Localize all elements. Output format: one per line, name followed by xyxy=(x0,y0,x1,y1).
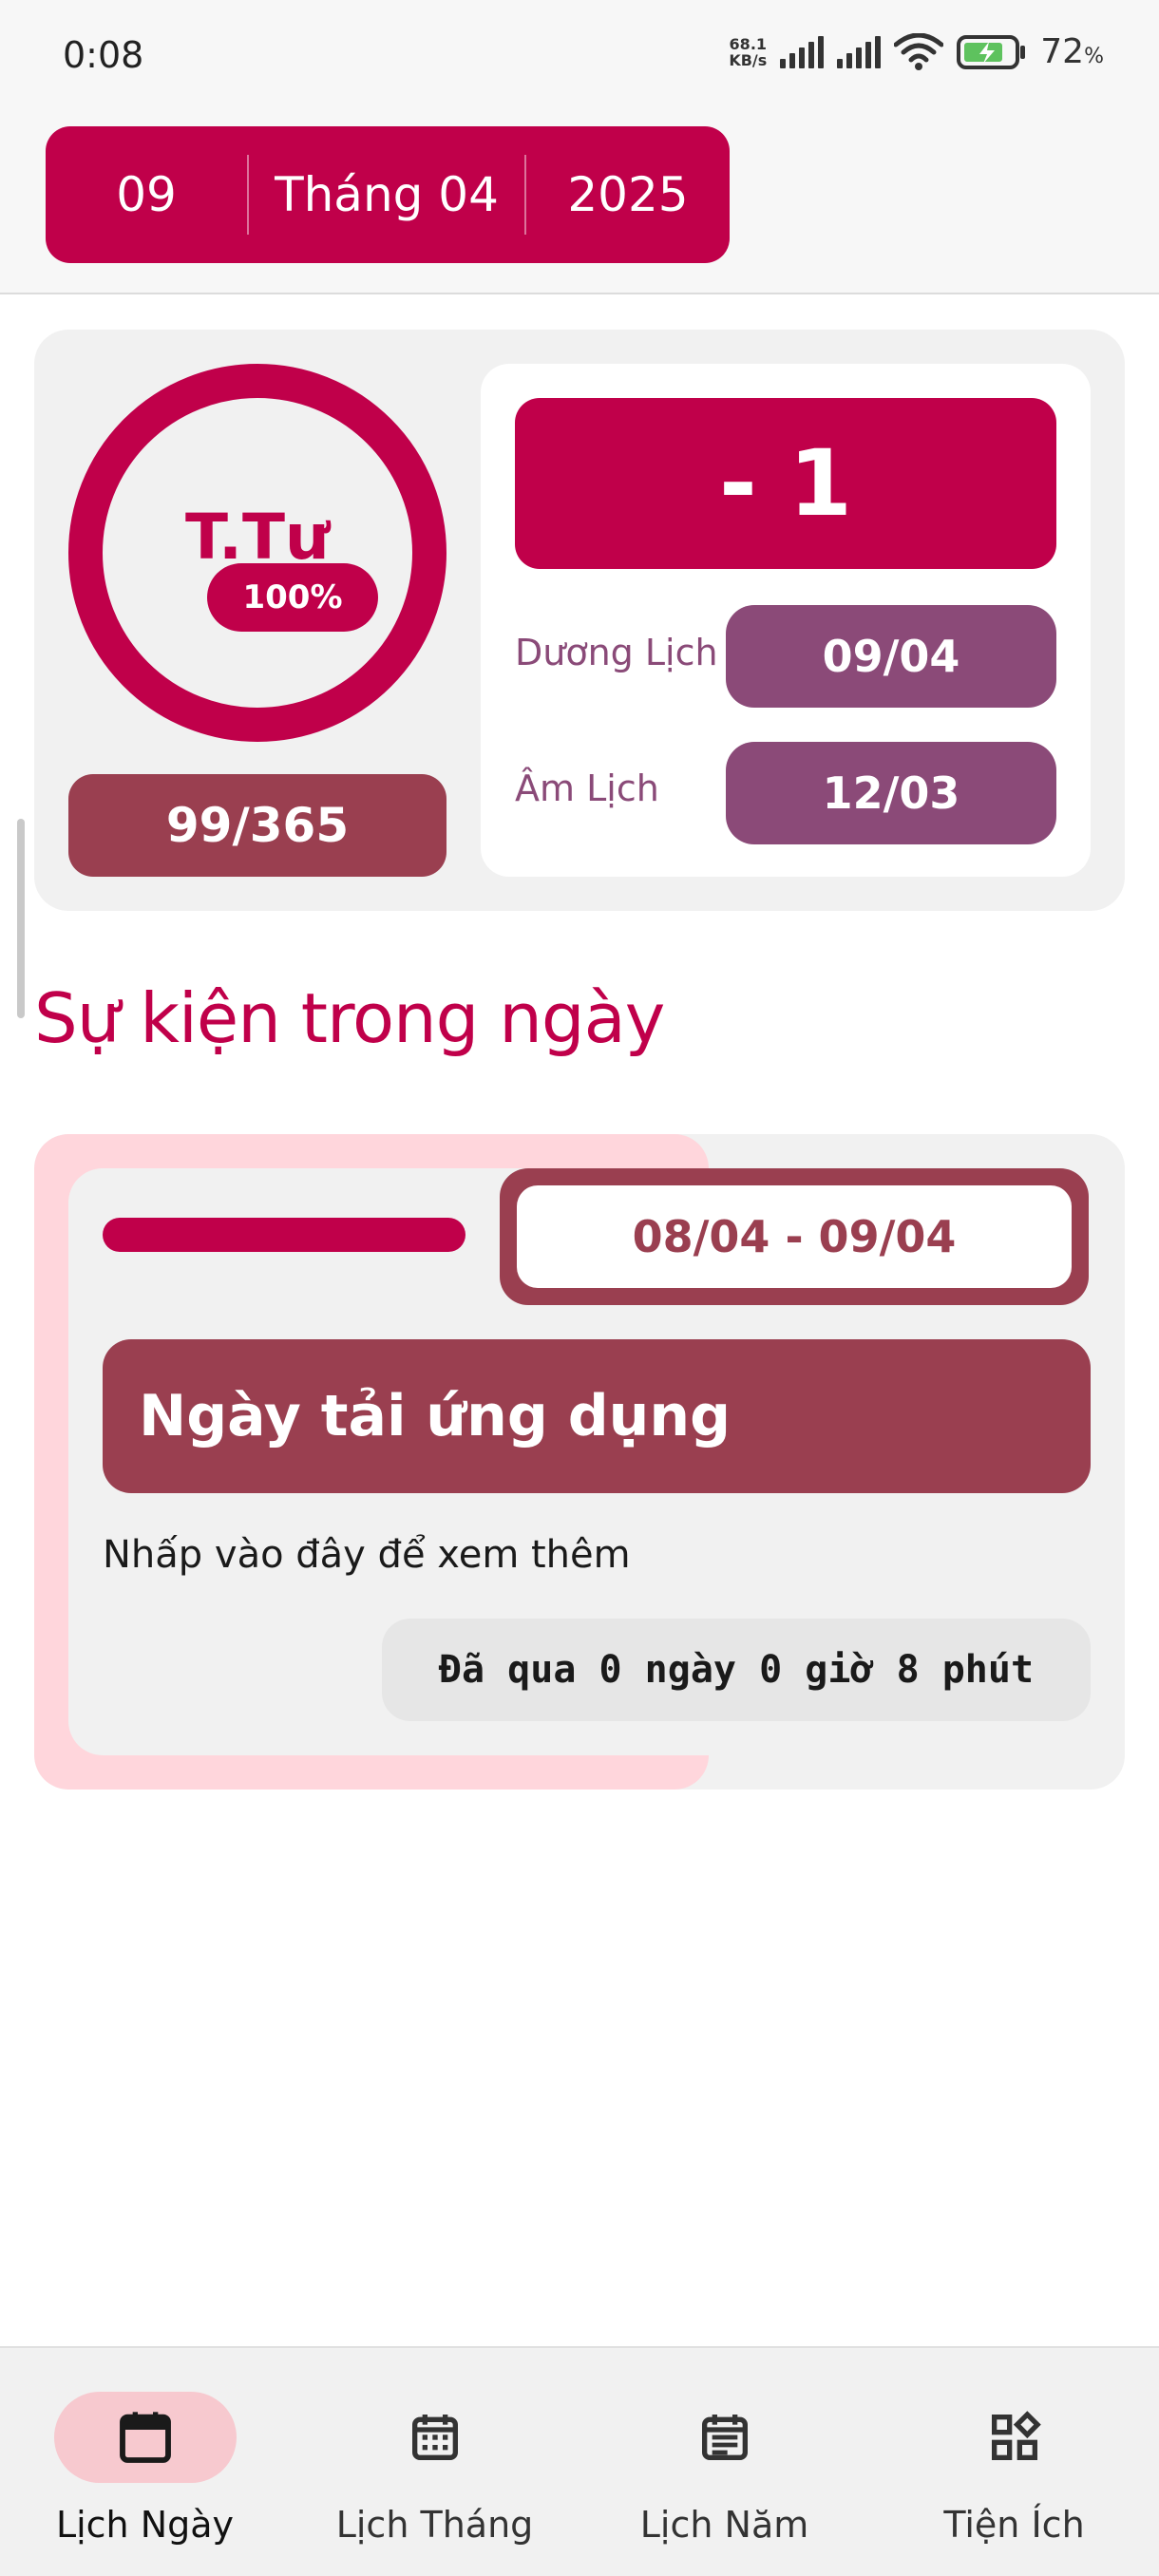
battery-icon xyxy=(957,34,1026,69)
date-picker[interactable]: 09 Tháng 04 2025 xyxy=(46,126,730,263)
event-card[interactable]: 08/04 - 09/04 Ngày tải ứng dụng Nhấp vào… xyxy=(34,1134,1125,1790)
date-picker-year[interactable]: 2025 xyxy=(526,126,730,263)
nav-label-day: Lịch Ngày xyxy=(55,2504,235,2546)
solar-date-label: Dương Lịch xyxy=(515,632,718,673)
date-picker-day[interactable]: 09 xyxy=(46,126,247,263)
widgets-icon xyxy=(991,2411,1041,2460)
section-title: Sự kiện trong ngày xyxy=(34,978,665,1058)
day-summary-card: T.Tư 100% 99/365 - 1 Dương Lịch 09/04 Âm… xyxy=(34,330,1125,911)
bottom-navigation: Lịch Ngày Lịch Tháng Lịch Năm Tiện Ích xyxy=(0,2346,1159,2576)
status-time: 0:08 xyxy=(63,34,144,76)
event-title: Ngày tải ứng dụng xyxy=(103,1339,1091,1493)
status-bar: 0:08 68.1 KB/s 72% xyxy=(0,0,1159,109)
calendar-month-icon xyxy=(411,2415,458,2460)
network-speed-value: 68.1 xyxy=(729,34,768,53)
event-date-range: 08/04 - 09/04 xyxy=(500,1168,1089,1305)
nav-item-year[interactable]: Lịch Năm xyxy=(580,2348,869,2576)
calendar-day-icon xyxy=(119,2412,171,2463)
nav-label-utilities: Tiện Ích xyxy=(943,2504,1085,2546)
date-picker-month[interactable]: Tháng 04 xyxy=(249,126,524,263)
event-progress-bar xyxy=(103,1218,466,1252)
solar-date-value: 09/04 xyxy=(726,605,1056,708)
header: 09 Tháng 04 2025 xyxy=(0,109,1159,294)
nav-label-year: Lịch Năm xyxy=(639,2504,809,2546)
day-of-year: 99/365 xyxy=(68,774,446,877)
signal-icon-2 xyxy=(837,35,882,68)
event-more-link[interactable]: Nhấp vào đây để xem thêm xyxy=(103,1533,631,1577)
signal-icon xyxy=(780,35,825,68)
network-speed: 68.1 KB/s xyxy=(729,36,767,68)
day-offset: - 1 xyxy=(515,398,1056,569)
nav-item-day[interactable]: Lịch Ngày xyxy=(0,2348,290,2576)
status-icons: 68.1 KB/s 72% xyxy=(729,32,1104,71)
network-speed-unit: KB/s xyxy=(729,50,768,69)
battery-percent: 72% xyxy=(1040,32,1104,71)
nav-item-month[interactable]: Lịch Tháng xyxy=(290,2348,580,2576)
event-date-range-text: 08/04 - 09/04 xyxy=(517,1185,1072,1288)
day-progress-ring: T.Tư 100% xyxy=(68,364,446,742)
nav-item-utilities[interactable]: Tiện Ích xyxy=(869,2348,1159,2576)
lunar-date-value: 12/03 xyxy=(726,742,1056,844)
date-info-panel: - 1 Dương Lịch 09/04 Âm Lịch 12/03 xyxy=(481,364,1091,877)
event-elapsed-time: Đã qua 0 ngày 0 giờ 8 phút xyxy=(382,1619,1091,1721)
nav-active-indicator xyxy=(53,2392,237,2483)
calendar-year-icon xyxy=(701,2415,748,2460)
wifi-icon xyxy=(894,32,944,70)
nav-label-month: Lịch Tháng xyxy=(335,2504,534,2546)
day-progress-badge: 100% xyxy=(207,563,378,632)
scroll-indicator xyxy=(17,819,25,1018)
lunar-date-label: Âm Lịch xyxy=(515,767,659,809)
